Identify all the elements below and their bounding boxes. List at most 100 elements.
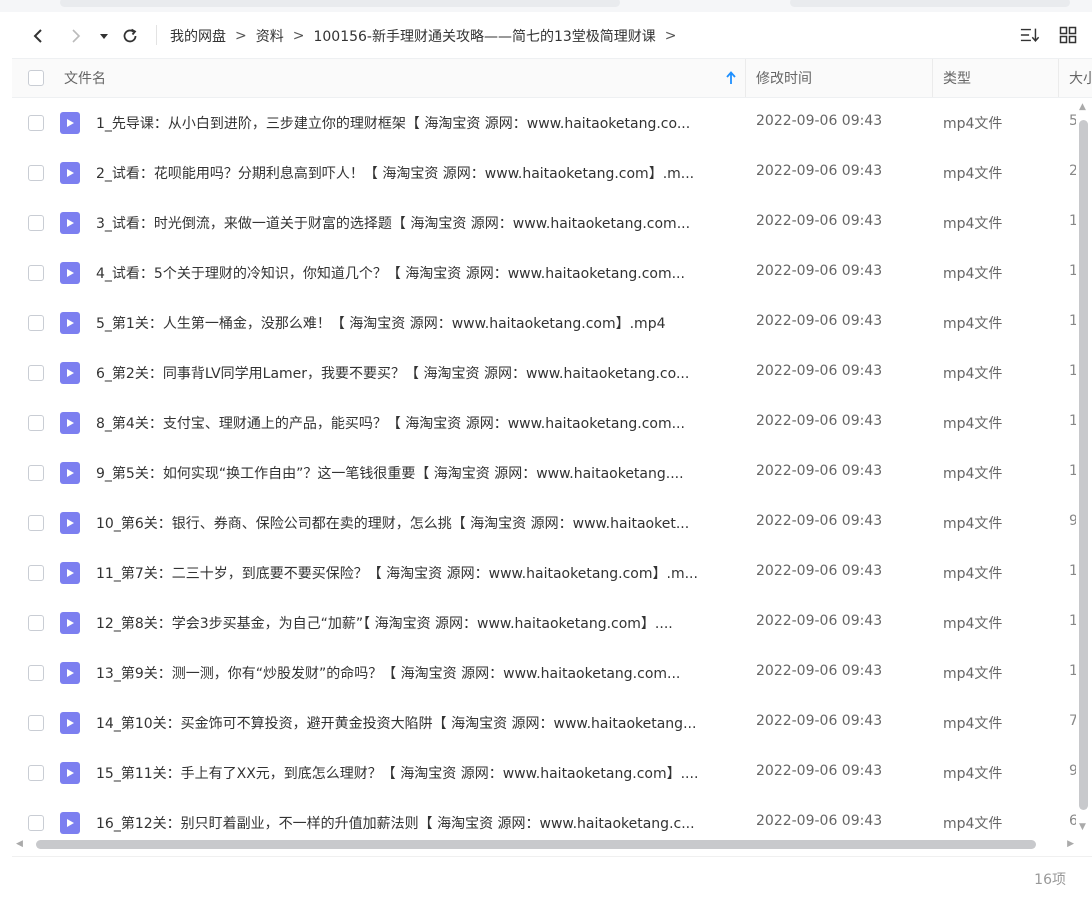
table-row[interactable]: 4_试看：5个关于理财的冷知识，你知道几个？【 海淘宝资 源网：www.hait…	[12, 248, 1076, 298]
table-row[interactable]: 10_第6关：银行、券商、保险公司都在卖的理财，怎么挑【 海淘宝资 源网：www…	[12, 498, 1076, 548]
file-name[interactable]: 3_试看：时光倒流，来做一道关于财富的选择题【 海淘宝资 源网：www.hait…	[96, 213, 736, 233]
file-modified-time: 2022-09-06 09:43	[756, 813, 883, 829]
row-checkbox[interactable]	[28, 365, 44, 381]
table-row[interactable]: 15_第11关：手上有了XX元，到底怎么理财？【 海淘宝资 源网：www.hai…	[12, 748, 1076, 798]
row-checkbox[interactable]	[28, 415, 44, 431]
file-modified-time: 2022-09-06 09:43	[756, 513, 883, 529]
toolbar: 我的网盘 > 资料 > 100156-新手理财通关攻略——简七的13堂极简理财课…	[0, 12, 1092, 58]
video-file-icon	[60, 512, 80, 534]
chevron-right-icon[interactable]	[64, 24, 88, 48]
row-checkbox[interactable]	[28, 515, 44, 531]
file-modified-time: 2022-09-06 09:43	[756, 563, 883, 579]
breadcrumb-item-materials[interactable]: 资料	[256, 26, 284, 46]
video-file-icon	[60, 812, 80, 834]
column-header-type[interactable]: 类型	[943, 59, 1053, 97]
refresh-icon[interactable]	[118, 24, 142, 48]
file-name[interactable]: 2_试看：花呗能用吗？分期利息高到吓人！【 海淘宝资 源网：www.haitao…	[96, 163, 736, 183]
row-checkbox[interactable]	[28, 465, 44, 481]
file-name[interactable]: 15_第11关：手上有了XX元，到底怎么理财？【 海淘宝资 源网：www.hai…	[96, 763, 736, 783]
row-checkbox[interactable]	[28, 565, 44, 581]
table-row[interactable]: 12_第8关：学会3步买基金，为自己“加薪”【 海淘宝资 源网：www.hait…	[12, 598, 1076, 648]
table-row[interactable]: 8_第4关：支付宝、理财通上的产品，能买吗？【 海淘宝资 源网：www.hait…	[12, 398, 1076, 448]
video-file-icon	[60, 162, 80, 184]
scroll-up-arrow-icon[interactable]: ▲	[1079, 102, 1086, 112]
file-list: 1_先导课：从小白到进阶，三步建立你的理财框架【 海淘宝资 源网：www.hai…	[12, 98, 1076, 838]
row-checkbox[interactable]	[28, 115, 44, 131]
file-size: 1	[1069, 213, 1076, 229]
row-checkbox[interactable]	[28, 665, 44, 681]
file-name[interactable]: 12_第8关：学会3步买基金，为自己“加薪”【 海淘宝资 源网：www.hait…	[96, 613, 736, 633]
row-checkbox[interactable]	[28, 315, 44, 331]
row-checkbox[interactable]	[28, 165, 44, 181]
scroll-down-arrow-icon[interactable]: ▼	[1079, 822, 1086, 832]
vertical-scrollbar[interactable]: ▲ ▼	[1076, 98, 1092, 834]
file-modified-time: 2022-09-06 09:43	[756, 213, 883, 229]
table-row[interactable]: 16_第12关：别只盯着副业，不一样的升值加薪法则【 海淘宝资 源网：www.h…	[12, 798, 1076, 838]
video-file-icon	[60, 662, 80, 684]
file-modified-time: 2022-09-06 09:43	[756, 413, 883, 429]
column-header-size[interactable]: 大小	[1069, 59, 1092, 97]
file-size: 9	[1069, 763, 1076, 779]
row-checkbox[interactable]	[28, 265, 44, 281]
file-name[interactable]: 16_第12关：别只盯着副业，不一样的升值加薪法则【 海淘宝资 源网：www.h…	[96, 813, 736, 833]
file-modified-time: 2022-09-06 09:43	[756, 313, 883, 329]
file-name[interactable]: 11_第7关：二三十岁，到底要不要买保险？【 海淘宝资 源网：www.haita…	[96, 563, 736, 583]
table-row[interactable]: 5_第1关：人生第一桶金，没那么难！【 海淘宝资 源网：www.haitaoke…	[12, 298, 1076, 348]
file-name[interactable]: 10_第6关：银行、券商、保险公司都在卖的理财，怎么挑【 海淘宝资 源网：www…	[96, 513, 736, 533]
vertical-scrollbar-thumb[interactable]	[1079, 120, 1088, 810]
item-count: 16项	[1034, 872, 1066, 888]
row-checkbox[interactable]	[28, 765, 44, 781]
video-file-icon	[60, 412, 80, 434]
breadcrumb-item-current-folder[interactable]: 100156-新手理财通关攻略——简七的13堂极简理财课	[313, 26, 655, 46]
file-size: 1	[1069, 263, 1076, 279]
table-row[interactable]: 1_先导课：从小白到进阶，三步建立你的理财框架【 海淘宝资 源网：www.hai…	[12, 98, 1076, 148]
table-row[interactable]: 11_第7关：二三十岁，到底要不要买保险？【 海淘宝资 源网：www.haita…	[12, 548, 1076, 598]
file-name[interactable]: 14_第10关：买金饰可不算投资，避开黄金投资大陷阱【 海淘宝资 源网：www.…	[96, 713, 736, 733]
file-size: 5	[1069, 113, 1076, 129]
table-row[interactable]: 2_试看：花呗能用吗？分期利息高到吓人！【 海淘宝资 源网：www.haitao…	[12, 148, 1076, 198]
chevron-left-icon[interactable]	[26, 24, 50, 48]
file-name[interactable]: 5_第1关：人生第一桶金，没那么难！【 海淘宝资 源网：www.haitaoke…	[96, 313, 736, 333]
file-name[interactable]: 13_第9关：测一测，你有“炒股发财”的命吗？【 海淘宝资 源网：www.hai…	[96, 663, 736, 683]
row-checkbox[interactable]	[28, 215, 44, 231]
file-type: mp4文件	[943, 516, 1003, 532]
row-checkbox[interactable]	[28, 815, 44, 831]
file-name[interactable]: 1_先导课：从小白到进阶，三步建立你的理财框架【 海淘宝资 源网：www.hai…	[96, 113, 736, 133]
file-type: mp4文件	[943, 766, 1003, 782]
file-name[interactable]: 8_第4关：支付宝、理财通上的产品，能买吗？【 海淘宝资 源网：www.hait…	[96, 413, 736, 433]
column-header-name[interactable]: 文件名	[64, 59, 734, 97]
breadcrumb: 我的网盘 > 资料 > 100156-新手理财通关攻略——简七的13堂极简理财课…	[170, 25, 686, 47]
video-file-icon	[60, 762, 80, 784]
row-checkbox[interactable]	[28, 715, 44, 731]
table-row[interactable]: 6_第2关：同事背LV同学用Lamer，我要不要买？【 海淘宝资 源网：www.…	[12, 348, 1076, 398]
sort-arrow-up-icon[interactable]	[725, 59, 737, 97]
file-modified-time: 2022-09-06 09:43	[756, 263, 883, 279]
grid-view-icon[interactable]	[1058, 25, 1078, 45]
file-type: mp4文件	[943, 166, 1003, 182]
horizontal-scrollbar-thumb[interactable]	[36, 840, 1036, 849]
breadcrumb-more-chevron[interactable]: >	[665, 28, 677, 44]
table-row[interactable]: 3_试看：时光倒流，来做一道关于财富的选择题【 海淘宝资 源网：www.hait…	[12, 198, 1076, 248]
column-header-modified[interactable]: 修改时间	[756, 59, 931, 97]
file-type: mp4文件	[943, 566, 1003, 582]
file-name[interactable]: 4_试看：5个关于理财的冷知识，你知道几个？【 海淘宝资 源网：www.hait…	[96, 263, 736, 283]
video-file-icon	[60, 362, 80, 384]
table-row[interactable]: 13_第9关：测一测，你有“炒股发财”的命吗？【 海淘宝资 源网：www.hai…	[12, 648, 1076, 698]
select-all-checkbox[interactable]	[28, 70, 44, 86]
column-header-name-label: 文件名	[64, 71, 106, 87]
table-row[interactable]: 14_第10关：买金饰可不算投资，避开黄金投资大陷阱【 海淘宝资 源网：www.…	[12, 698, 1076, 748]
horizontal-scrollbar[interactable]: ◀ ▶	[12, 838, 1076, 852]
toolbar-right-icons	[1020, 25, 1078, 45]
caret-down-icon[interactable]	[94, 24, 114, 48]
file-name[interactable]: 6_第2关：同事背LV同学用Lamer，我要不要买？【 海淘宝资 源网：www.…	[96, 363, 736, 383]
scroll-right-arrow-icon[interactable]: ▶	[1067, 839, 1074, 849]
table-row[interactable]: 9_第5关：如何实现“换工作自由”？这一笔钱很重要【 海淘宝资 源网：www.h…	[12, 448, 1076, 498]
breadcrumb-item-my-drive[interactable]: 我的网盘	[170, 26, 226, 46]
video-file-icon	[60, 462, 80, 484]
scroll-left-arrow-icon[interactable]: ◀	[16, 839, 23, 849]
file-size: 9	[1069, 513, 1076, 529]
file-name[interactable]: 9_第5关：如何实现“换工作自由”？这一笔钱很重要【 海淘宝资 源网：www.h…	[96, 463, 736, 483]
row-checkbox[interactable]	[28, 615, 44, 631]
sort-list-icon[interactable]	[1020, 25, 1040, 45]
file-type: mp4文件	[943, 216, 1003, 232]
